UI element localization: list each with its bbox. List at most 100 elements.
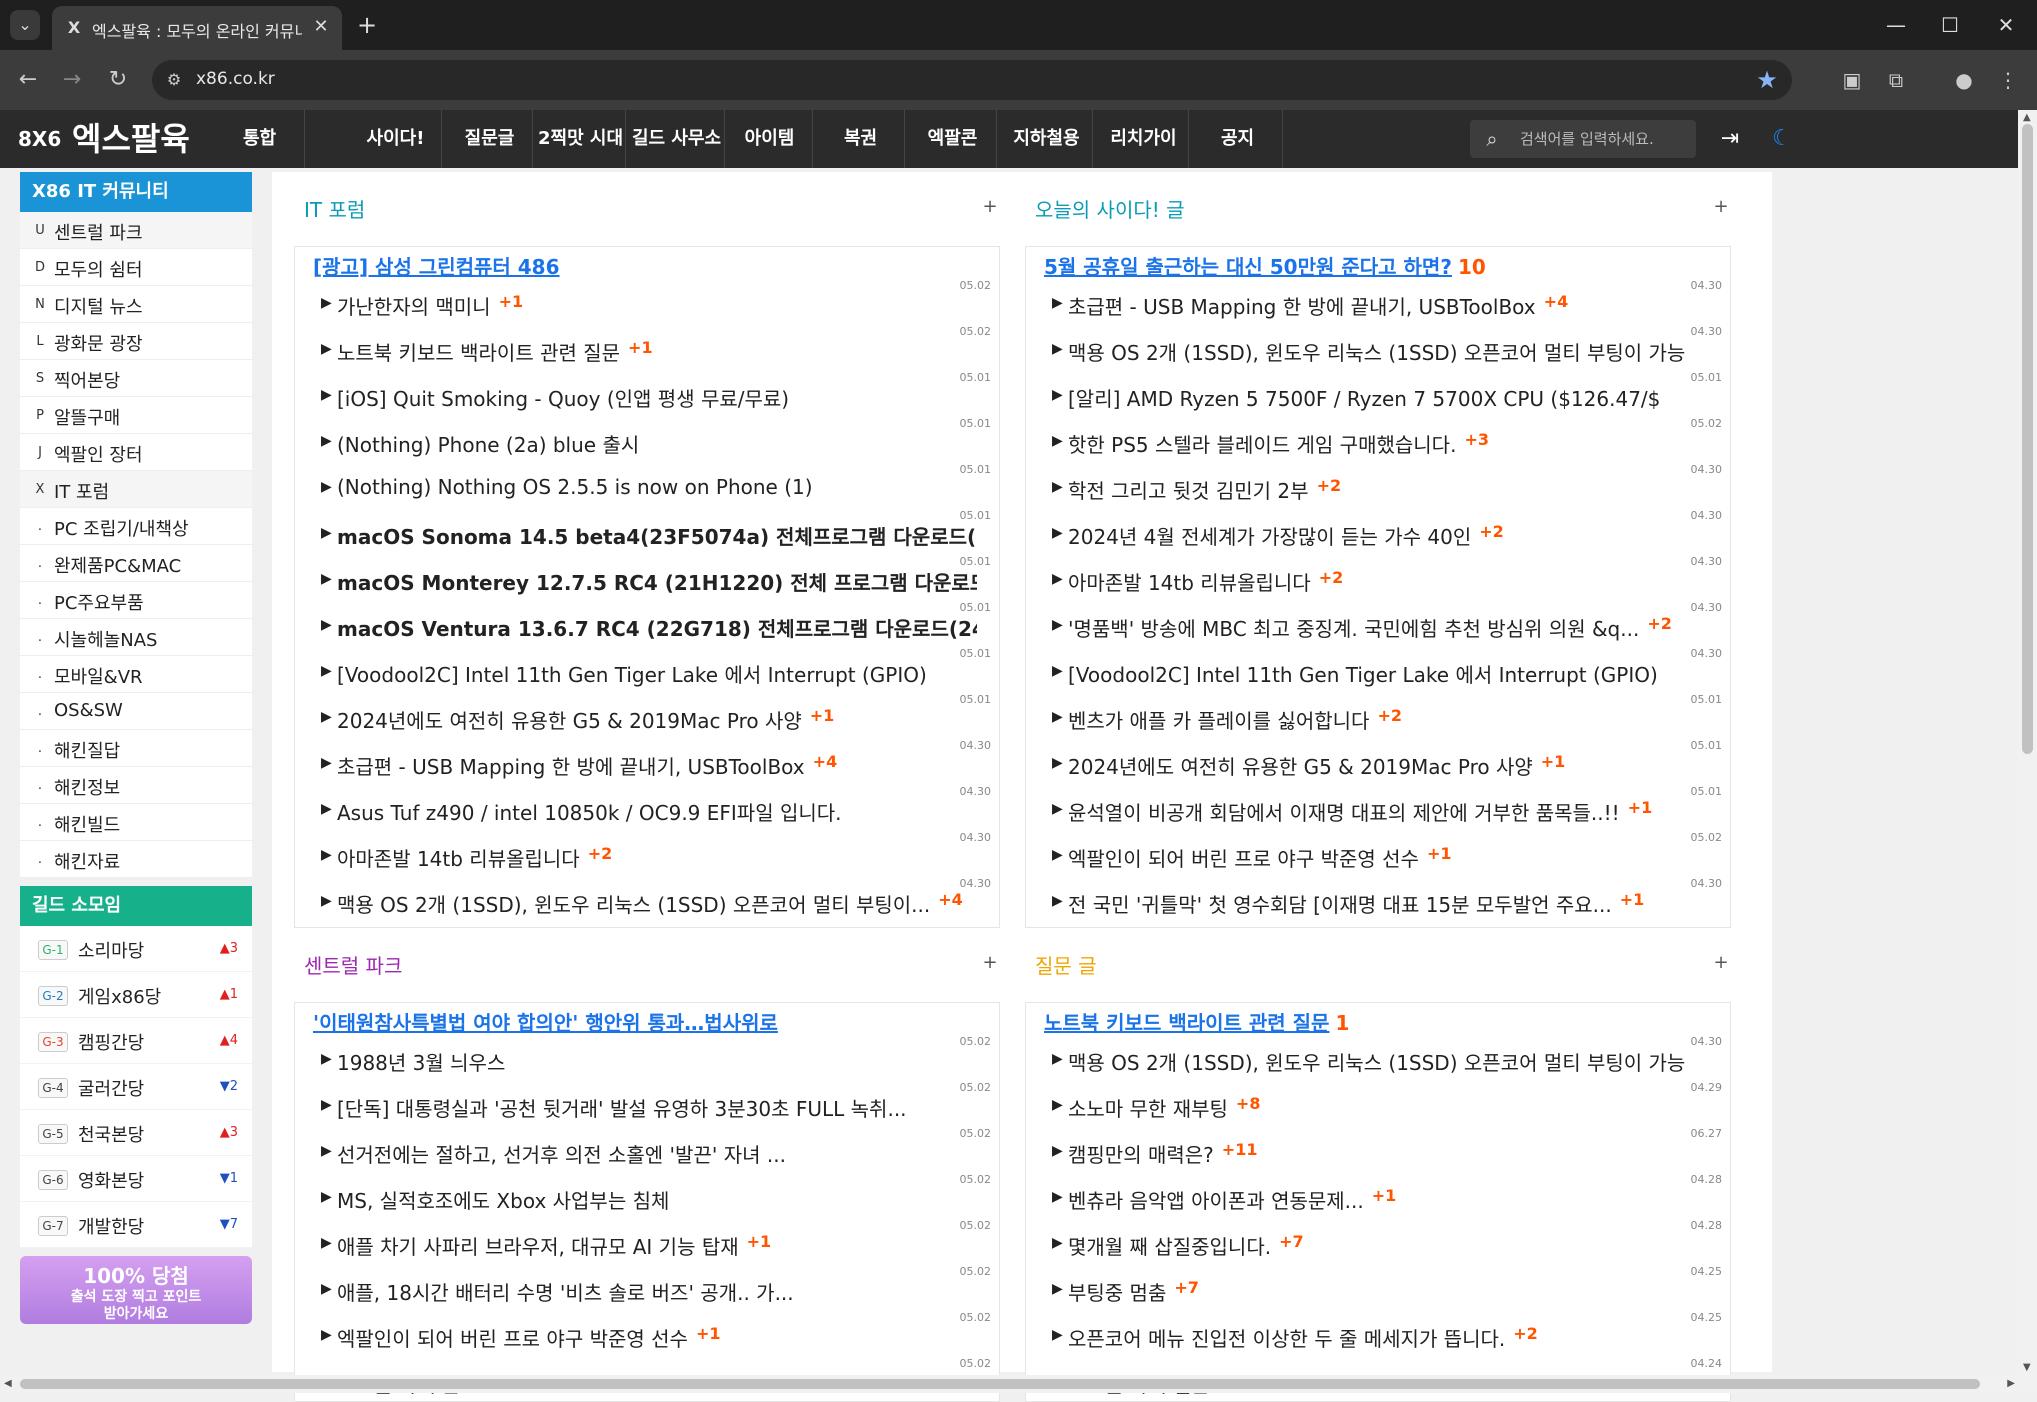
post-row[interactable]: ▶ [iOS] Quit Smoking - Quoy (인앱 평생 무료/무료)… bbox=[321, 371, 991, 421]
post-title[interactable]: 맥용 OS 2개 (1SSD), 윈도우 리눅스 (1SSD) 오픈코어 멀티 … bbox=[337, 889, 977, 917]
sidebar-item[interactable]: L 광화문 광장 bbox=[20, 323, 252, 360]
post-row[interactable]: ▶ Asus Tuf z490 / intel 10850k / OC9.9 EF… bbox=[321, 785, 991, 835]
board-title[interactable]: 질문 글 bbox=[1035, 950, 1097, 979]
post-row[interactable]: ▶ 애플, 18시간 배터리 수명 '비츠 솔로 버즈' 공개.. 가... 05.… bbox=[321, 1265, 991, 1315]
post-row[interactable]: ▶ 노트북 키보드 백라이트 관련 질문 +1 05.02 bbox=[321, 325, 991, 375]
browser-menu-icon[interactable]: ⋮ bbox=[1992, 64, 2024, 96]
sidebar-item[interactable]: . 완제품PC&MAC bbox=[20, 545, 252, 582]
post-title[interactable]: [Voodool2C] Intel 11th Gen Tiger Lake 에서… bbox=[337, 659, 977, 687]
post-title[interactable]: 소노마 무한 재부팅 bbox=[1068, 1093, 1708, 1121]
post-row[interactable]: ▶ 학전 그리고 뒷것 김민기 2부 +2 04.30 bbox=[1052, 463, 1722, 513]
horizontal-scroll-thumb[interactable] bbox=[20, 1379, 1980, 1389]
new-tab-plus-icon[interactable]: + bbox=[354, 12, 380, 38]
browser-tab[interactable]: X 엑스팔육 : 모두의 온라인 커뮤니티 ✕ bbox=[52, 6, 342, 50]
maximize-icon[interactable]: ☐ bbox=[1930, 8, 1970, 42]
nav-item[interactable]: 아이템 bbox=[727, 110, 813, 168]
dark-mode-moon-icon[interactable]: ☾ bbox=[1768, 125, 1796, 153]
post-row[interactable]: ▶ 몇개월 째 삽질중입니다. +7 04.28 bbox=[1052, 1219, 1722, 1269]
close-tab-icon[interactable]: ✕ bbox=[310, 16, 332, 38]
search-icon[interactable]: ⌕ bbox=[1480, 127, 1504, 151]
post-title[interactable]: 엑팔인이 되어 버린 프로 야구 박준영 선수 bbox=[1068, 843, 1708, 871]
back-arrow-icon[interactable]: ← bbox=[12, 64, 44, 96]
board-title[interactable]: 오늘의 사이다! 글 bbox=[1035, 194, 1185, 223]
post-row[interactable]: ▶ 부팅중 멈춤 +7 04.25 bbox=[1052, 1265, 1722, 1315]
forward-arrow-icon[interactable]: → bbox=[56, 64, 88, 96]
post-title[interactable]: 윤석열이 비공개 회담에서 이재명 대표의 제안에 거부한 품목들..!! bbox=[1068, 797, 1708, 825]
post-row[interactable]: ▶ 벤츄라 음악앱 아이폰과 연동문제... +1 04.28 bbox=[1052, 1173, 1722, 1223]
reload-icon[interactable]: ↻ bbox=[102, 64, 134, 96]
guild-item[interactable]: G-2 게임x86당 ▲1 bbox=[20, 972, 252, 1018]
post-title[interactable]: 몇개월 째 삽질중입니다. bbox=[1068, 1231, 1708, 1259]
board-more-plus-icon[interactable]: + bbox=[980, 196, 1000, 217]
board-more-plus-icon[interactable]: + bbox=[1711, 196, 1731, 217]
scroll-right-arrow-icon[interactable]: ▶ bbox=[2007, 1378, 2015, 1389]
post-title[interactable]: 아마존발 14tb 리뷰올립니다 bbox=[1068, 567, 1708, 595]
post-title[interactable]: macOS Ventura 13.6.7 RC4 (22G718) 전체프로그램… bbox=[337, 613, 977, 641]
sidebar-item[interactable]: S 찍어본당 bbox=[20, 360, 252, 397]
nav-item[interactable]: 통합 bbox=[215, 110, 305, 168]
board-more-plus-icon[interactable]: + bbox=[980, 952, 1000, 973]
post-title[interactable]: 맥용 OS 2개 (1SSD), 윈도우 리눅스 (1SSD) 오픈코어 멀티 … bbox=[1068, 1047, 1708, 1075]
profile-avatar-icon[interactable]: ● bbox=[1948, 64, 1980, 96]
guild-item[interactable]: G-7 개발한당 ▼7 bbox=[20, 1202, 252, 1248]
post-row[interactable]: ▶ 맥용 OS 2개 (1SSD), 윈도우 리눅스 (1SSD) 오픈코어 멀티… bbox=[1052, 1035, 1722, 1085]
sidebar-item[interactable]: . PC주요부품 bbox=[20, 582, 252, 619]
post-title[interactable]: (Nothing) Nothing OS 2.5.5 is now on Pho… bbox=[337, 475, 977, 503]
post-row[interactable]: ▶ MS, 실적호조에도 Xbox 사업부는 침체 05.02 bbox=[321, 1173, 991, 1223]
sidebar-item[interactable]: . 해킨자료 bbox=[20, 841, 252, 878]
nav-item[interactable]: 엑팔콘 bbox=[909, 110, 997, 168]
post-title[interactable]: 맥용 OS 2개 (1SSD), 윈도우 리눅스 (1SSD) 오픈코어 멀티 … bbox=[1068, 337, 1708, 365]
post-title[interactable]: macOS Monterey 12.7.5 RC4 (21H1220) 전체 프… bbox=[337, 567, 977, 595]
post-title[interactable]: 가난한자의 맥미니 bbox=[337, 291, 977, 319]
post-title[interactable]: MS, 실적호조에도 Xbox 사업부는 침체 bbox=[337, 1185, 977, 1213]
board-headline-link[interactable]: '이태원참사특별법 여야 합의안' 행안위 통과…법사위로 bbox=[313, 1007, 993, 1035]
post-row[interactable]: ▶ 애플 차기 사파리 브라우저, 대규모 AI 기능 탑재 +1 05.02 bbox=[321, 1219, 991, 1269]
sidebar-item[interactable]: N 디지털 뉴스 bbox=[20, 286, 252, 323]
vertical-scroll-thumb[interactable] bbox=[2022, 124, 2033, 754]
post-title[interactable]: [iOS] Quit Smoking - Quoy (인앱 평생 무료/무료) bbox=[337, 383, 977, 411]
post-title[interactable]: 초급편 - USB Mapping 한 방에 끝내기, USBToolBox bbox=[1068, 291, 1708, 319]
post-title[interactable]: 2024년 4월 전세계가 가장많이 듣는 가수 40인 bbox=[1068, 521, 1708, 549]
sidebar-item[interactable]: . 시놀헤놀NAS bbox=[20, 619, 252, 656]
scroll-left-arrow-icon[interactable]: ◀ bbox=[4, 1378, 12, 1389]
post-row[interactable]: ▶ 아마존발 14tb 리뷰올립니다 +2 04.30 bbox=[321, 831, 991, 881]
search-input[interactable] bbox=[1520, 126, 1690, 152]
post-title[interactable]: 아마존발 14tb 리뷰올립니다 bbox=[337, 843, 977, 871]
post-row[interactable]: ▶ 맥용 OS 2개 (1SSD), 윈도우 리눅스 (1SSD) 오픈코어 멀티… bbox=[1052, 325, 1722, 375]
post-row[interactable]: ▶ 가난한자의 맥미니 +1 05.02 bbox=[321, 279, 991, 329]
board-title[interactable]: 센트럴 파크 bbox=[304, 950, 402, 979]
post-title[interactable]: 노트북 키보드 백라이트 관련 질문 bbox=[337, 337, 977, 365]
window-close-icon[interactable]: ✕ bbox=[1986, 8, 2026, 42]
post-title[interactable]: 선거전에는 절하고, 선거후 의전 소홀엔 '발끈' 자녀 ... bbox=[337, 1139, 977, 1167]
post-title[interactable]: [알리] AMD Ryzen 5 7500F / Ryzen 7 5700X C… bbox=[1068, 383, 1708, 411]
post-row[interactable]: ▶ macOS Ventura 13.6.7 RC4 (22G718) 전체프로그… bbox=[321, 601, 991, 651]
post-row[interactable]: ▶ [단독] 대통령실과 '공천 뒷거래' 발설 유영하 3분30초 FULL 녹… bbox=[321, 1081, 991, 1131]
post-row[interactable]: ▶ 맥용 OS 2개 (1SSD), 윈도우 리눅스 (1SSD) 오픈코어 멀티… bbox=[321, 877, 991, 927]
post-title[interactable]: 애플 차기 사파리 브라우저, 대규모 AI 기능 탑재 bbox=[337, 1231, 977, 1259]
post-row[interactable]: ▶ 엑팔인이 되어 버린 프로 야구 박준영 선수 +1 05.02 bbox=[321, 1311, 991, 1361]
sidebar-item[interactable]: . 해킨질답 bbox=[20, 730, 252, 767]
post-row[interactable]: ▶ [알리] AMD Ryzen 5 7500F / Ryzen 7 5700X … bbox=[1052, 371, 1722, 421]
post-title[interactable]: 전 국민 '귀틀막' 첫 영수회담 [이재명 대표 15분 모두발언 주요... bbox=[1068, 889, 1708, 917]
sidebar-item[interactable]: . 모바일&VR bbox=[20, 656, 252, 693]
board-title[interactable]: IT 포럼 bbox=[304, 194, 365, 223]
sidebar-item[interactable]: . 해킨빌드 bbox=[20, 804, 252, 841]
post-row[interactable]: ▶ 윤석열이 비공개 회담에서 이재명 대표의 제안에 거부한 품목들..!! +1… bbox=[1052, 785, 1722, 835]
nav-item[interactable]: 사이다! bbox=[350, 110, 442, 168]
extension-app-icon[interactable]: ▣ bbox=[1836, 64, 1868, 96]
post-title[interactable]: 애플, 18시간 배터리 수명 '비츠 솔로 버즈' 공개.. 가... bbox=[337, 1277, 977, 1305]
post-title[interactable]: (Nothing) Phone (2a) blue 출시 bbox=[337, 429, 977, 457]
nav-item[interactable]: 길드 사무소 bbox=[629, 110, 725, 168]
post-row[interactable]: ▶ (Nothing) Nothing OS 2.5.5 is now on Ph… bbox=[321, 463, 991, 513]
sidebar-item[interactable]: J 엑팔인 장터 bbox=[20, 434, 252, 471]
post-title[interactable]: 1988년 3월 늬우스 bbox=[337, 1047, 977, 1075]
nav-item[interactable]: 공지 bbox=[1193, 110, 1283, 168]
post-row[interactable]: ▶ 선거전에는 절하고, 선거후 의전 소홀엔 '발끈' 자녀 ... 05.02 bbox=[321, 1127, 991, 1177]
post-title[interactable]: 오픈코어 메뉴 진입전 이상한 두 줄 메세지가 뜹니다. bbox=[1068, 1323, 1708, 1351]
site-logo[interactable]: 8X6 엑스팔육 bbox=[18, 116, 203, 162]
post-title[interactable]: 2024년에도 여전히 유용한 G5 & 2019Mac Pro 사양 bbox=[337, 705, 977, 733]
post-row[interactable]: ▶ [Voodool2C] Intel 11th Gen Tiger Lake 에… bbox=[321, 647, 991, 697]
post-title[interactable]: [Voodool2C] Intel 11th Gen Tiger Lake 에서… bbox=[1068, 659, 1708, 687]
board-headline-link[interactable]: 노트북 키보드 백라이트 관련 질문 1 bbox=[1044, 1007, 1724, 1035]
horizontal-scrollbar[interactable]: ◀ ▶ bbox=[0, 1375, 2037, 1393]
